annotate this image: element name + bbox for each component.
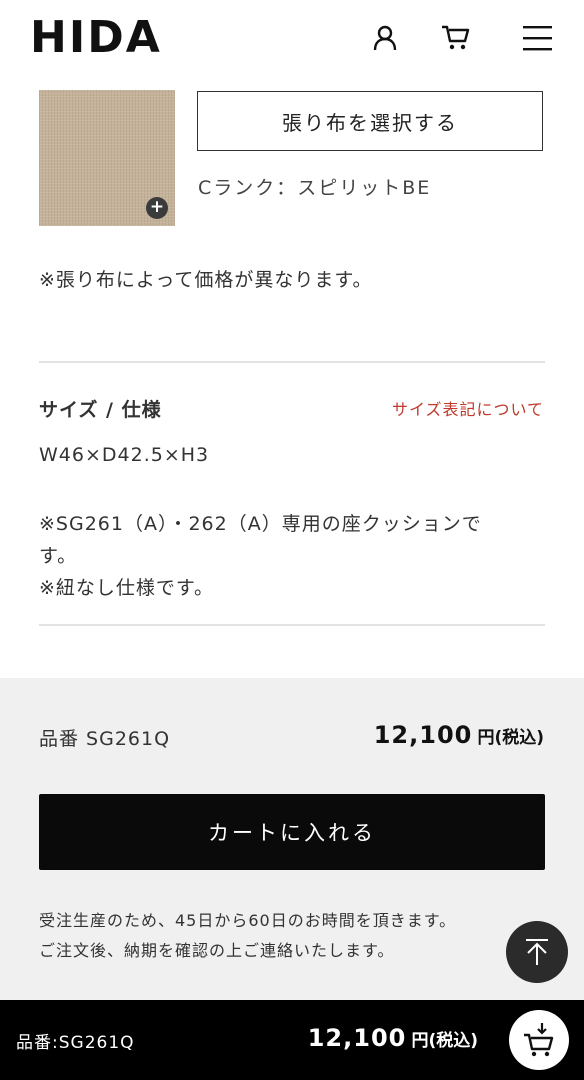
add-to-cart-button[interactable]: カートに入れる [39,794,545,870]
fabric-swatch[interactable]: + [39,90,175,226]
lead-time-line: 受注生産のため、45日から60日のお時間を頂きます。 [39,911,457,930]
bottom-price: 12,100 円(税込) [308,1024,478,1052]
price-unit: 円(税込) [477,728,544,748]
spec-line: ※SG261（A）・262（A）専用の座クッションで [39,513,482,535]
price: 12,100 円(税込) [374,721,544,749]
divider [39,361,545,363]
add-to-cart-icon [524,1023,554,1057]
part-number: 品番 SG261Q [39,728,171,750]
fabric-price-note: ※張り布によって価格が異なります。 [39,269,373,291]
size-spec-title: サイズ / 仕様 [39,399,162,421]
bottom-price-value: 12,100 [307,1024,407,1052]
bottom-price-unit: 円(税込) [411,1031,478,1051]
arrow-up-icon [526,939,548,965]
select-fabric-button[interactable]: 張り布を選択する [197,91,543,151]
size-notation-link[interactable]: サイズ表記について [392,396,544,420]
plus-icon[interactable]: + [146,197,168,219]
back-to-top-button[interactable] [506,921,568,983]
bottom-add-to-cart-button[interactable] [509,1010,569,1070]
divider [39,624,545,626]
spec-notes: ※SG261（A）・262（A）専用の座クッションで す。 ※紐なし仕様です。 [39,508,539,604]
user-icon[interactable] [372,24,398,56]
site-header: HIDA [0,0,584,80]
menu-icon[interactable] [523,25,553,55]
bottom-part-number: 品番:SG261Q [16,1033,135,1053]
site-logo[interactable]: HIDA [30,14,162,62]
dimensions-text: W46×D42.5×H3 [39,444,210,466]
lead-time-note: 受注生産のため、45日から60日のお時間を頂きます。 ご注文後、納期を確認の上ご… [39,906,456,966]
sticky-bottom-bar: 品番:SG261Q 12,100 円(税込) [0,1000,584,1080]
lead-time-line: ご注文後、納期を確認の上ご連絡いたします。 [39,941,395,960]
selected-fabric-name: Cランク：スピリットBE [198,177,432,199]
cart-icon[interactable] [441,24,471,56]
price-value: 12,100 [373,721,473,749]
spec-line: ※紐なし仕様です。 [39,577,215,599]
spec-line: す。 [39,545,78,567]
